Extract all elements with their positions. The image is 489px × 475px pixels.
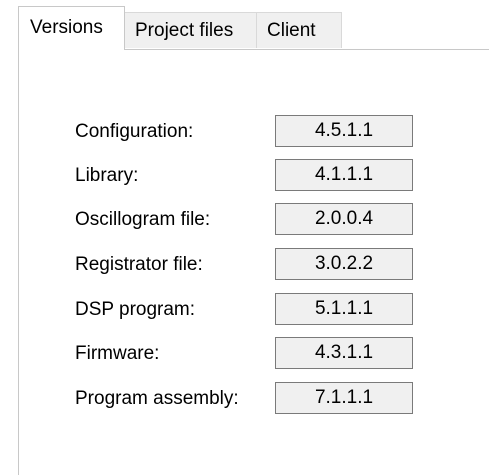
tab-strip: Versions Project files Client bbox=[0, 0, 489, 50]
versions-window: Versions Project files Client Configurat… bbox=[0, 0, 489, 475]
library-label: Library: bbox=[75, 165, 139, 186]
tab-client[interactable]: Client bbox=[256, 12, 342, 48]
program-assembly-label: Program assembly: bbox=[75, 388, 239, 409]
version-row-oscillogram: Oscillogram file: 2.0.0.4 bbox=[19, 200, 479, 240]
version-row-registrator: Registrator file: 3.0.2.2 bbox=[19, 245, 479, 285]
configuration-version-field: 4.5.1.1 bbox=[275, 115, 413, 147]
registrator-file-version-field: 3.0.2.2 bbox=[275, 248, 413, 280]
versions-panel: Configuration: 4.5.1.1 Library: 4.1.1.1 … bbox=[18, 49, 489, 475]
version-row-configuration: Configuration: 4.5.1.1 bbox=[19, 112, 479, 152]
registrator-file-label: Registrator file: bbox=[75, 254, 203, 275]
version-row-firmware: Firmware: 4.3.1.1 bbox=[19, 334, 479, 374]
oscillogram-file-label: Oscillogram file: bbox=[75, 209, 211, 230]
version-row-program-assembly: Program assembly: 7.1.1.1 bbox=[19, 379, 479, 419]
tab-versions[interactable]: Versions bbox=[18, 6, 125, 50]
dsp-program-version-field: 5.1.1.1 bbox=[275, 293, 413, 325]
program-assembly-version-field: 7.1.1.1 bbox=[275, 382, 413, 414]
tab-project-files[interactable]: Project files bbox=[124, 12, 257, 48]
oscillogram-file-version-field: 2.0.0.4 bbox=[275, 203, 413, 235]
version-row-dsp: DSP program: 5.1.1.1 bbox=[19, 290, 479, 330]
library-version-field: 4.1.1.1 bbox=[275, 159, 413, 191]
firmware-label: Firmware: bbox=[75, 343, 160, 364]
version-row-library: Library: 4.1.1.1 bbox=[19, 156, 479, 196]
firmware-version-field: 4.3.1.1 bbox=[275, 337, 413, 369]
configuration-label: Configuration: bbox=[75, 121, 194, 142]
dsp-program-label: DSP program: bbox=[75, 299, 196, 320]
